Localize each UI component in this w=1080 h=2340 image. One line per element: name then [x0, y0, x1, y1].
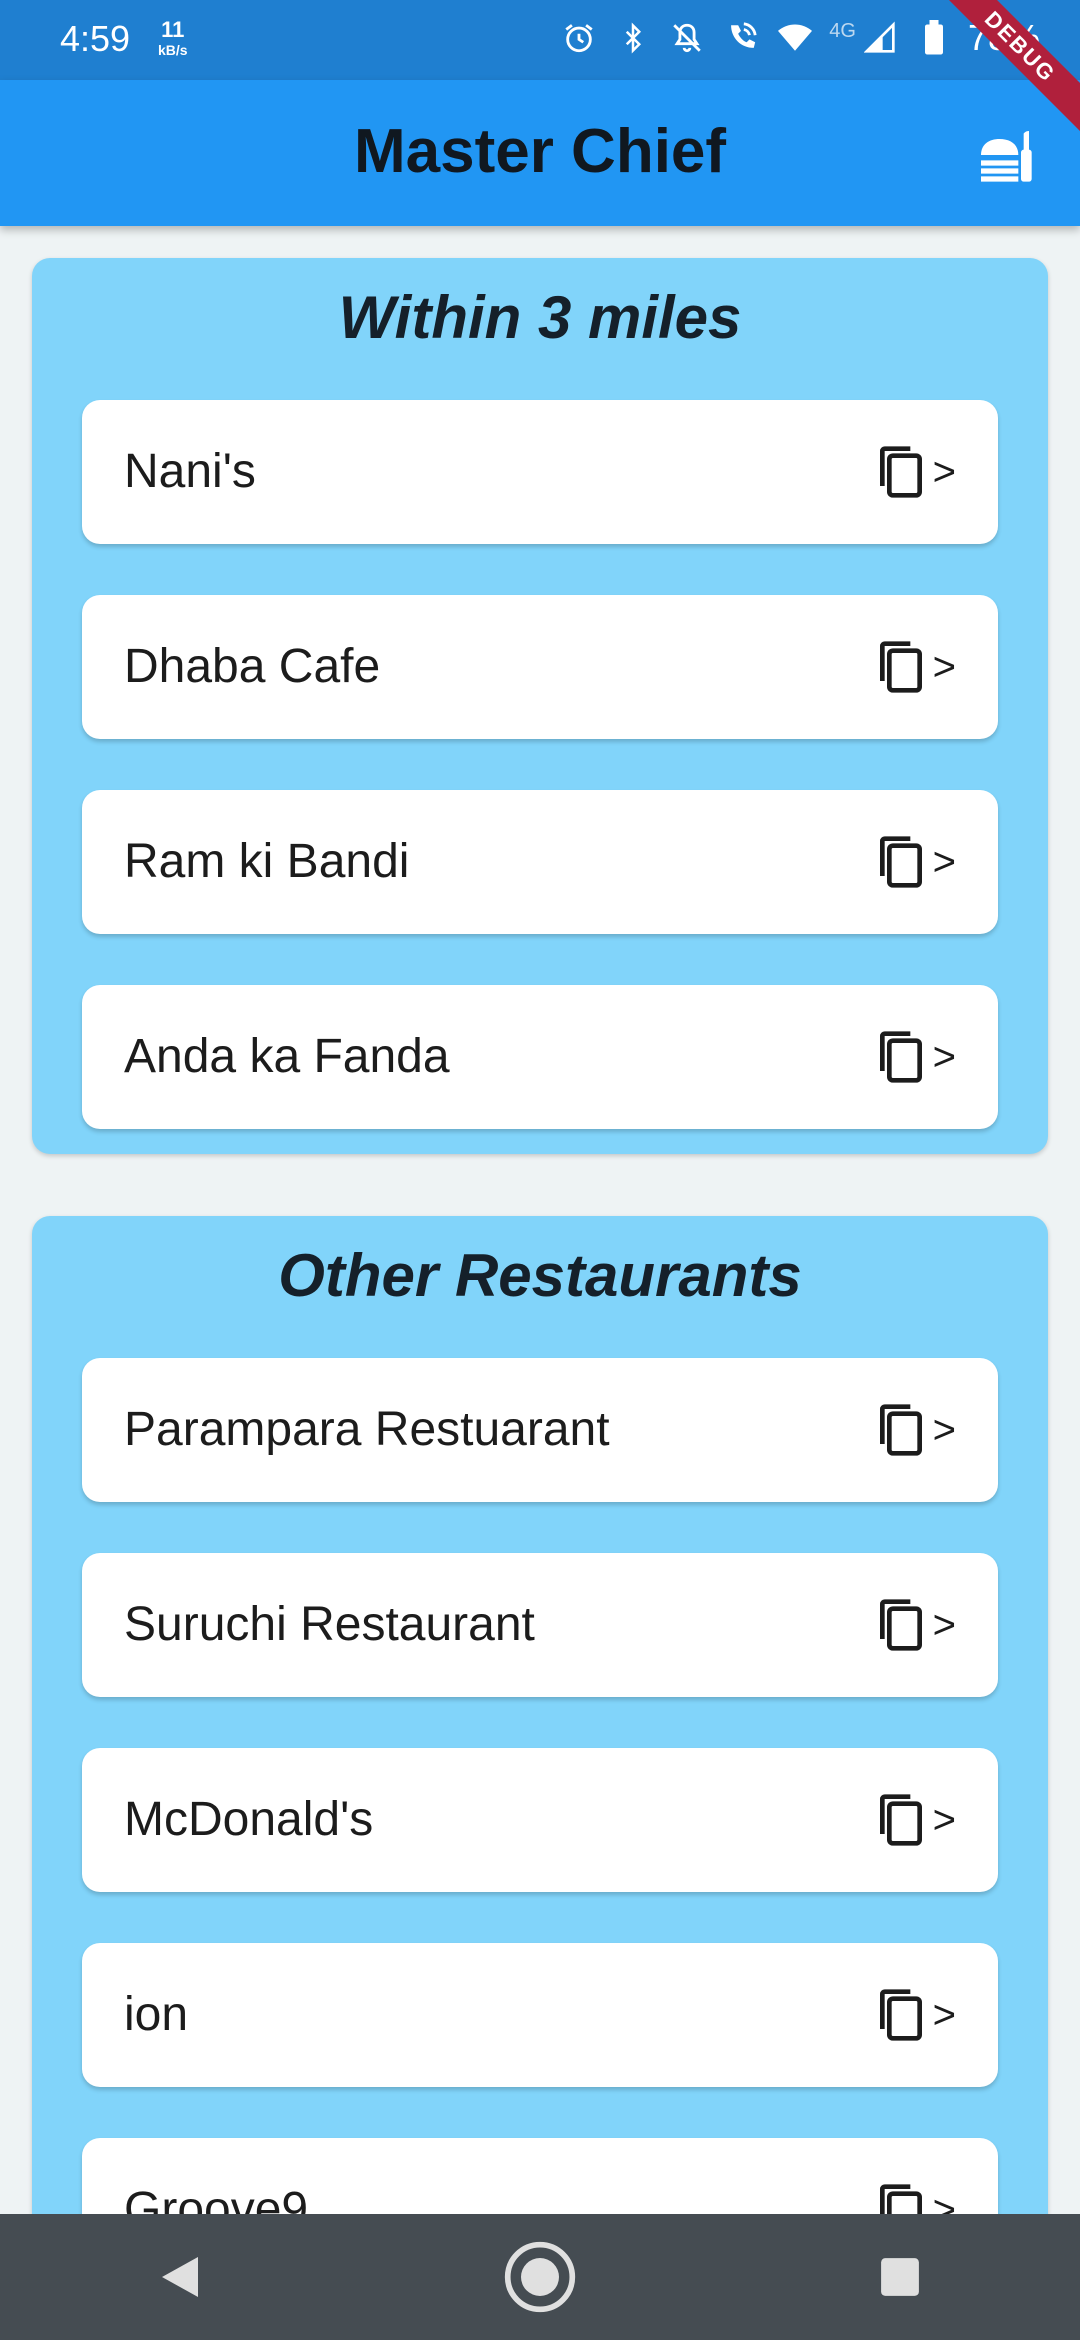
battery-icon [914, 16, 954, 60]
restaurant-item[interactable]: Anda ka Fanda > [82, 985, 998, 1129]
restaurant-name: Parampara Restuarant [124, 1403, 610, 1456]
item-trailing: > [873, 2178, 956, 2214]
section-title: Other Restaurants [278, 1242, 802, 1309]
restaurant-name: Dhaba Cafe [124, 640, 381, 693]
copy-icon [879, 836, 922, 888]
chevron-right: > [932, 1407, 956, 1452]
copy-icon [879, 446, 922, 498]
wifi-icon [775, 16, 815, 60]
item-trailing: > [873, 1025, 956, 1089]
copy-icon [879, 2184, 922, 2214]
item-trailing: > [873, 830, 956, 894]
chevron-right: > [932, 1992, 956, 2037]
item-trailing: > [873, 440, 956, 504]
notifications-off-icon [667, 16, 707, 60]
network-speed-value: 11 [161, 17, 185, 42]
restaurant-item[interactable]: Ram ki Bandi > [82, 790, 998, 934]
chevron-right: > [932, 1797, 956, 1842]
bluetooth-icon [613, 16, 653, 60]
chevron-right: > [932, 1602, 956, 1647]
back-button[interactable] [120, 2227, 240, 2327]
network-speed: 11 kB/s [158, 17, 188, 60]
home-button[interactable] [480, 2227, 600, 2327]
copy-icon [879, 1031, 922, 1083]
status-time: 4:59 [60, 18, 131, 59]
restaurant-list[interactable]: Within 3 miles Nani's > Dhaba Cafe > Ram… [0, 226, 1080, 2214]
copy-icon [879, 641, 922, 693]
wifi-call-icon [721, 16, 761, 60]
restaurant-name: McDonald's [124, 1793, 374, 1846]
restaurant-name: Suruchi Restaurant [124, 1598, 535, 1651]
restaurant-item[interactable]: Nani's > [82, 400, 998, 544]
restaurant-name: Groove9 [124, 2183, 309, 2214]
chevron-right: > [932, 644, 956, 689]
recents-icon [881, 2258, 919, 2296]
restaurant-name: ion [124, 1988, 189, 2041]
chevron-right: > [932, 1034, 956, 1079]
status-icons: 4G 78% [559, 16, 1040, 60]
item-trailing: > [873, 1983, 956, 2047]
recents-button[interactable] [840, 2227, 960, 2327]
alarm-icon [559, 16, 599, 60]
copy-icon [879, 1794, 922, 1846]
restaurant-name: Nani's [124, 445, 256, 498]
home-icon [504, 2241, 576, 2313]
section-title: Within 3 miles [338, 284, 742, 351]
restaurant-item[interactable]: Suruchi Restaurant > [82, 1553, 998, 1697]
chevron-right: > [932, 839, 956, 884]
restaurant-item[interactable]: Parampara Restuarant > [82, 1358, 998, 1502]
app-bar: Master Chief [0, 80, 1080, 226]
item-trailing: > [873, 1398, 956, 1462]
item-trailing: > [873, 1788, 956, 1852]
network-type-label: 4G [829, 19, 856, 42]
network-speed-unit: kB/s [158, 42, 188, 58]
chevron-right: > [932, 449, 956, 494]
copy-icon [879, 1404, 922, 1456]
restaurant-item[interactable]: McDonald's > [82, 1748, 998, 1892]
item-trailing: > [873, 1593, 956, 1657]
back-icon [162, 2257, 198, 2297]
copy-icon [879, 1989, 922, 2041]
section-other: Other Restaurants Parampara Restuarant >… [32, 1216, 1048, 2214]
food-bank-icon [981, 131, 1032, 182]
restaurant-item[interactable]: Groove9 > [82, 2138, 998, 2214]
food-bank-button[interactable] [970, 120, 1040, 190]
section-nearby: Within 3 miles Nani's > Dhaba Cafe > Ram… [32, 258, 1048, 1154]
restaurant-name: Ram ki Bandi [124, 835, 410, 888]
copy-icon [879, 1599, 922, 1651]
app-title: Master Chief [353, 117, 727, 186]
restaurant-name: Anda ka Fanda [124, 1030, 450, 1083]
item-trailing: > [873, 635, 956, 699]
restaurant-item[interactable]: ion > [82, 1943, 998, 2087]
status-bar: 4:59 11 kB/s 4G 78% [0, 0, 1080, 80]
chevron-right: > [932, 2187, 956, 2215]
system-nav-bar [0, 2214, 1080, 2340]
restaurant-item[interactable]: Dhaba Cafe > [82, 595, 998, 739]
cell-signal-icon [860, 16, 900, 60]
